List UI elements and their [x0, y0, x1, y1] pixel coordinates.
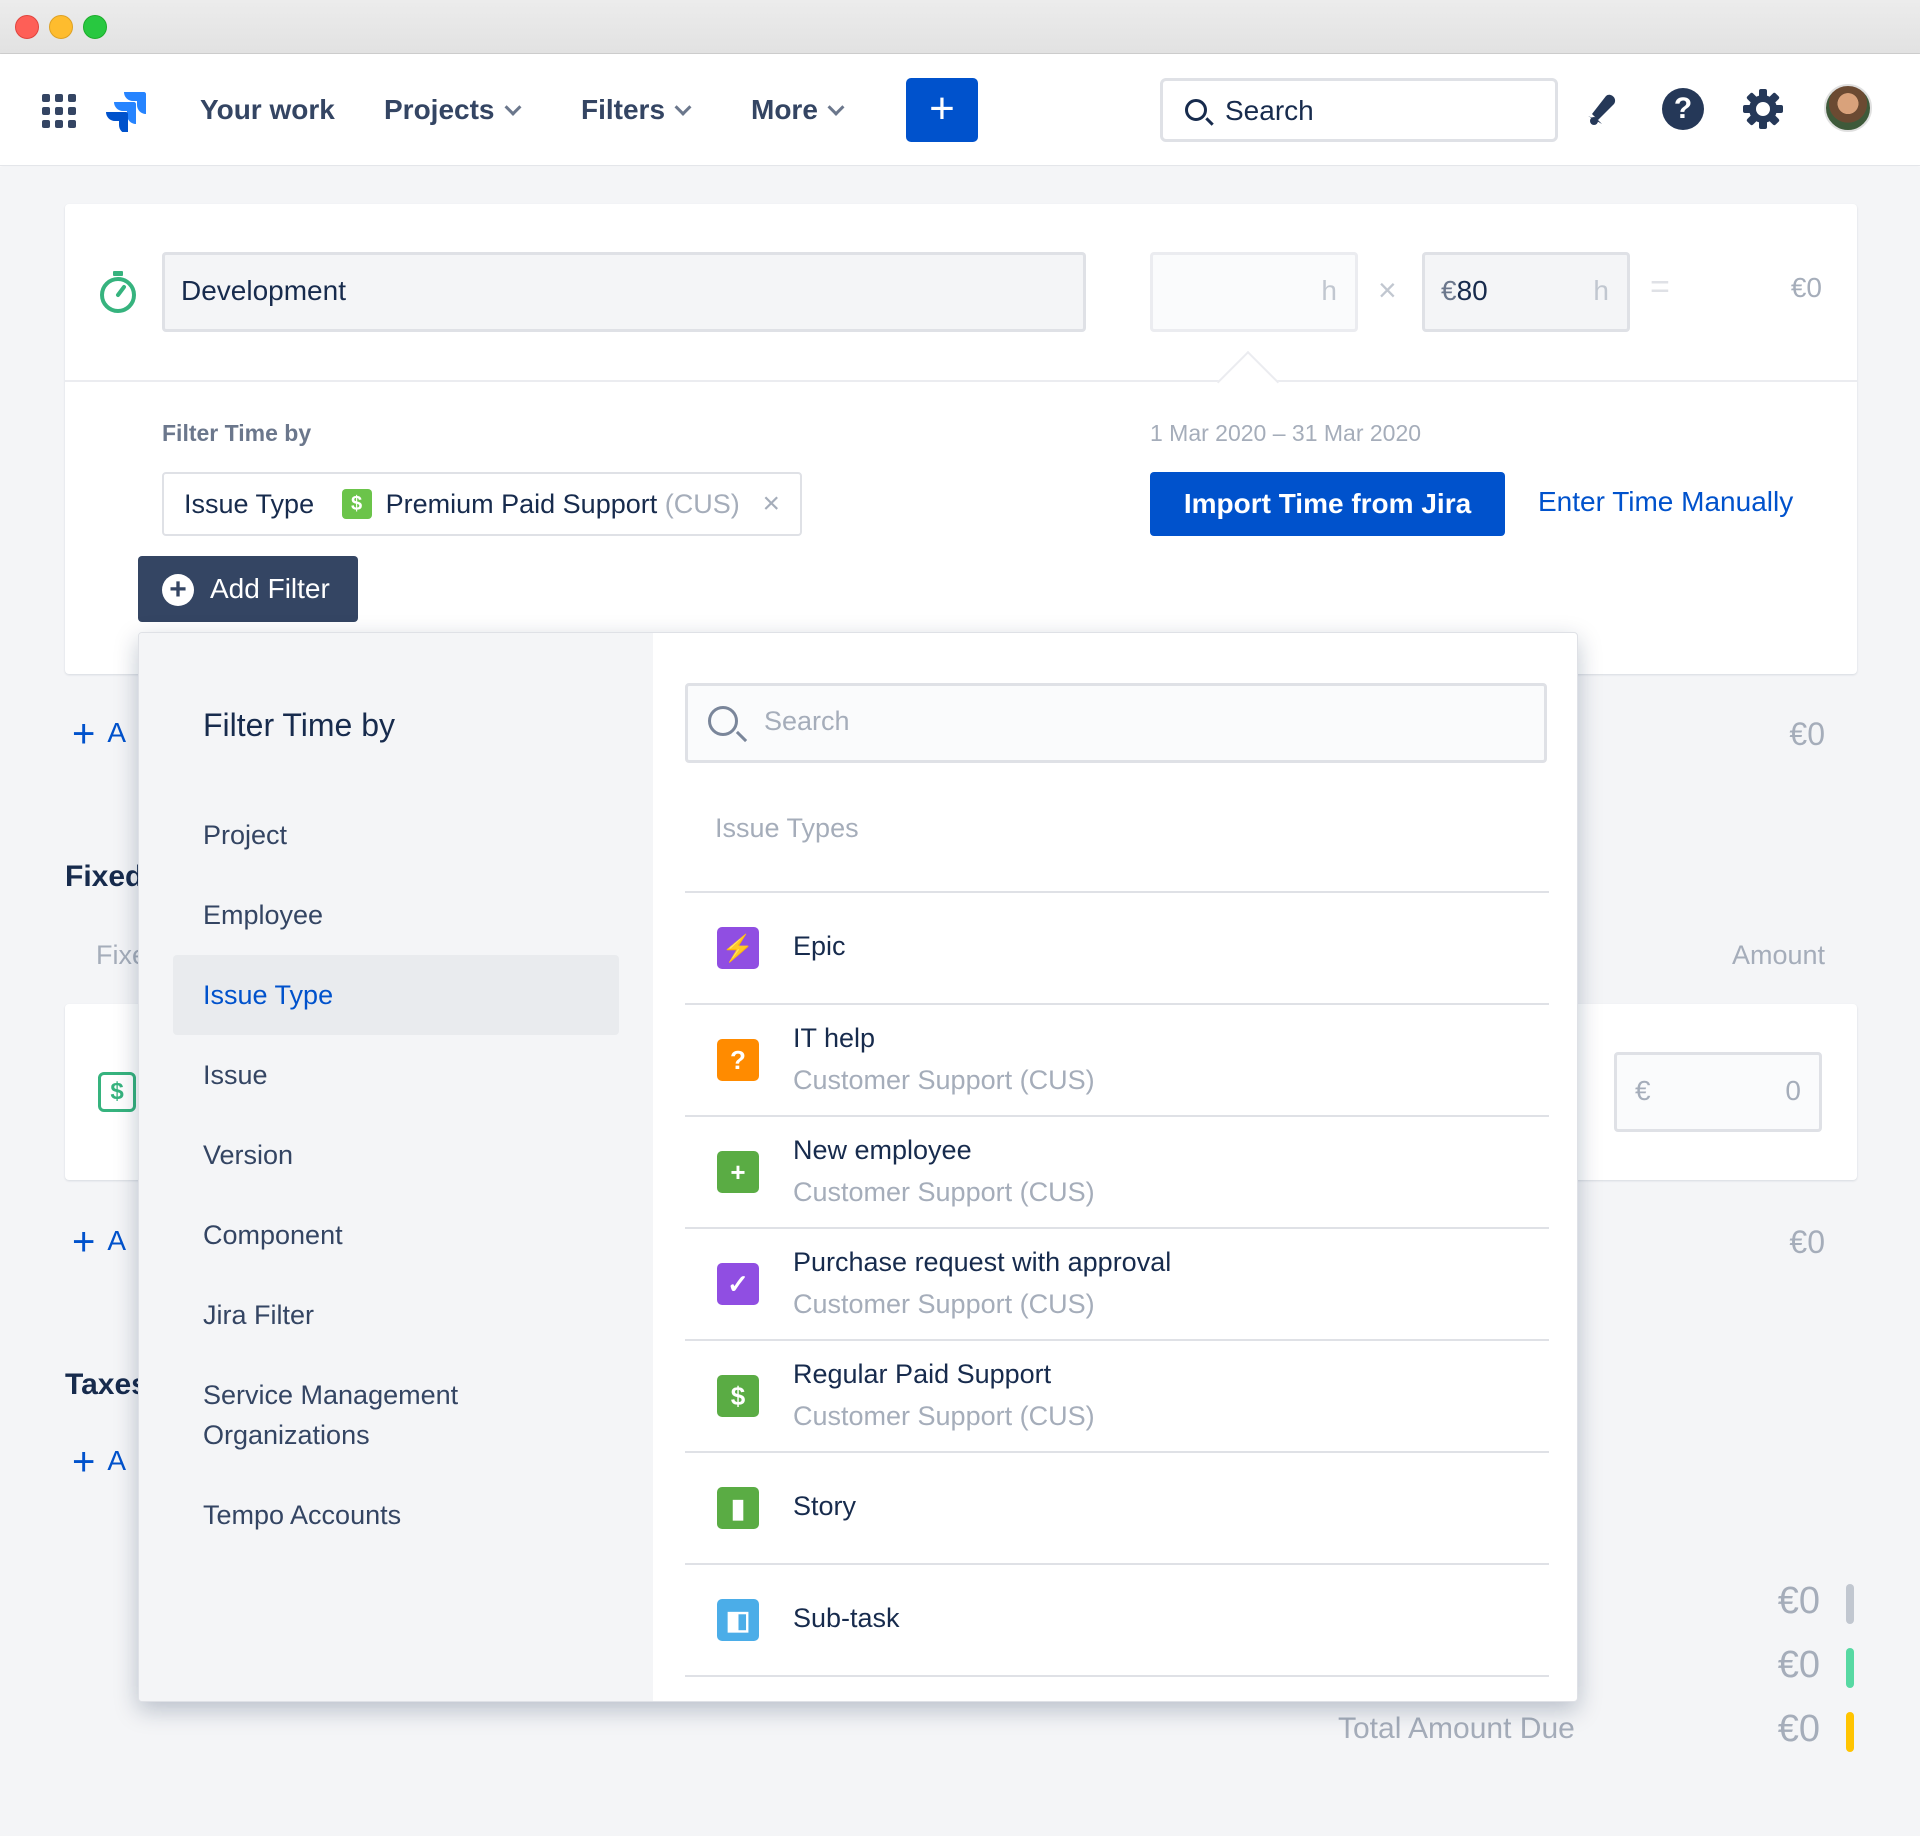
plus-icon: +	[72, 1220, 96, 1264]
filter-time-by-label: Filter Time by	[162, 420, 312, 446]
stopwatch-icon	[100, 271, 136, 313]
plus-icon: +	[72, 712, 96, 756]
active-filter-chip[interactable]: Issue Type $ Premium Paid Support (CUS) ×	[162, 472, 802, 536]
issue-type-list: ⚡ Epic ? IT help Customer Support (CUS) …	[685, 891, 1549, 1677]
nav-projects[interactable]: Projects	[384, 90, 521, 130]
create-button[interactable]: +	[906, 78, 978, 142]
total-amount-due-label: Total Amount Due	[1338, 1712, 1575, 1745]
purchase-request-icon: ✓	[717, 1263, 759, 1305]
amount-column-header: Amount	[1731, 940, 1825, 970]
maximize-window-button[interactable]	[83, 15, 107, 39]
divider	[65, 380, 1857, 382]
divider	[685, 1675, 1549, 1677]
nav-your-work[interactable]: Your work	[200, 90, 335, 130]
category-employee[interactable]: Employee	[173, 875, 619, 955]
hours-input[interactable]: h	[1150, 252, 1358, 332]
window-titlebar	[0, 0, 1920, 54]
dollar-icon: $	[341, 488, 372, 519]
list-item[interactable]: ▮ Story	[685, 1451, 1549, 1563]
enter-time-manually-link[interactable]: Enter Time Manually	[1538, 486, 1793, 518]
avatar[interactable]	[1824, 84, 1872, 132]
search-icon	[1185, 99, 1207, 121]
fixed-section-title: Fixed	[65, 860, 144, 893]
list-item[interactable]: ✓ Purchase request with approval Custome…	[685, 1227, 1549, 1339]
remove-filter-icon[interactable]: ×	[762, 474, 780, 534]
dropdown-search-input[interactable]: Search	[685, 683, 1547, 763]
nav-filters[interactable]: Filters	[581, 90, 692, 130]
list-item[interactable]: ◧ Sub-task	[685, 1563, 1549, 1675]
global-search-input[interactable]: Search	[1160, 78, 1558, 142]
description-input[interactable]: Development	[162, 252, 1086, 332]
status-bar	[1846, 1584, 1854, 1624]
new-employee-icon: +	[717, 1151, 759, 1193]
dollar-icon: $	[717, 1375, 759, 1417]
chevron-down-icon	[674, 98, 692, 116]
list-item[interactable]: $ Regular Paid Support Customer Support …	[685, 1339, 1549, 1451]
it-help-icon: ?	[717, 1039, 759, 1081]
add-row-link[interactable]: + A	[72, 1440, 126, 1485]
multiply-symbol: ×	[1378, 272, 1397, 308]
minimize-window-button[interactable]	[49, 15, 73, 39]
chevron-down-icon	[827, 98, 845, 116]
chevron-down-icon	[504, 98, 521, 116]
issue-types-group-label: Issue Types	[715, 813, 859, 843]
subtask-icon: ◧	[717, 1599, 759, 1641]
add-row-link[interactable]: + A	[72, 712, 126, 757]
dollar-icon: $	[98, 1072, 136, 1112]
status-bar	[1846, 1712, 1854, 1752]
filter-dropdown: Filter Time by Project Employee Issue Ty…	[138, 632, 1578, 1702]
help-icon[interactable]: ?	[1662, 88, 1704, 130]
date-range: 1 Mar 2020 – 31 Mar 2020	[1150, 420, 1422, 446]
equals-symbol: =	[1650, 268, 1670, 306]
search-icon	[708, 706, 738, 736]
add-row-link[interactable]: + A	[72, 1220, 126, 1265]
summary-value: €0	[1777, 1644, 1820, 1686]
category-project[interactable]: Project	[173, 795, 619, 875]
app-switcher-icon[interactable]	[42, 94, 76, 128]
line-total: €0	[1790, 272, 1822, 303]
epic-icon: ⚡	[717, 927, 759, 969]
jira-logo[interactable]	[104, 90, 148, 132]
list-item[interactable]: + New employee Customer Support (CUS)	[685, 1115, 1549, 1227]
category-issue[interactable]: Issue	[173, 1035, 619, 1115]
category-issue-type[interactable]: Issue Type	[173, 955, 619, 1035]
hourly-rate-input[interactable]: €80 h	[1422, 252, 1630, 332]
amount-input[interactable]: € 0	[1614, 1052, 1822, 1132]
category-component[interactable]: Component	[173, 1195, 619, 1275]
summary-value: €0	[1777, 1580, 1820, 1622]
category-version[interactable]: Version	[173, 1115, 619, 1195]
list-item[interactable]: ? IT help Customer Support (CUS)	[685, 1003, 1549, 1115]
status-bar	[1846, 1648, 1854, 1688]
plus-circle-icon: +	[162, 574, 194, 606]
taxes-section-title: Taxes	[65, 1368, 148, 1401]
section-total: €0	[1789, 716, 1825, 752]
top-navigation: Your work Projects Filters More + Search…	[0, 54, 1920, 166]
import-time-button[interactable]: Import Time from Jira	[1150, 472, 1505, 536]
close-window-button[interactable]	[15, 15, 39, 39]
list-item[interactable]: ⚡ Epic	[685, 891, 1549, 1003]
nav-more[interactable]: More	[751, 90, 845, 130]
notifications-icon[interactable]	[1584, 88, 1624, 128]
story-icon: ▮	[717, 1487, 759, 1529]
settings-icon[interactable]	[1742, 88, 1784, 130]
total-amount-due-value: €0	[1777, 1708, 1820, 1750]
section-total: €0	[1789, 1224, 1825, 1260]
category-service-management-organizations[interactable]: Service Management Organizations	[173, 1375, 503, 1455]
filter-category-panel: Filter Time by Project Employee Issue Ty…	[139, 633, 653, 1701]
plus-icon: +	[72, 1440, 96, 1484]
dropdown-title: Filter Time by	[203, 707, 396, 743]
add-filter-button[interactable]: + Add Filter	[138, 556, 358, 622]
category-jira-filter[interactable]: Jira Filter	[173, 1275, 619, 1355]
category-tempo-accounts[interactable]: Tempo Accounts	[173, 1475, 619, 1555]
